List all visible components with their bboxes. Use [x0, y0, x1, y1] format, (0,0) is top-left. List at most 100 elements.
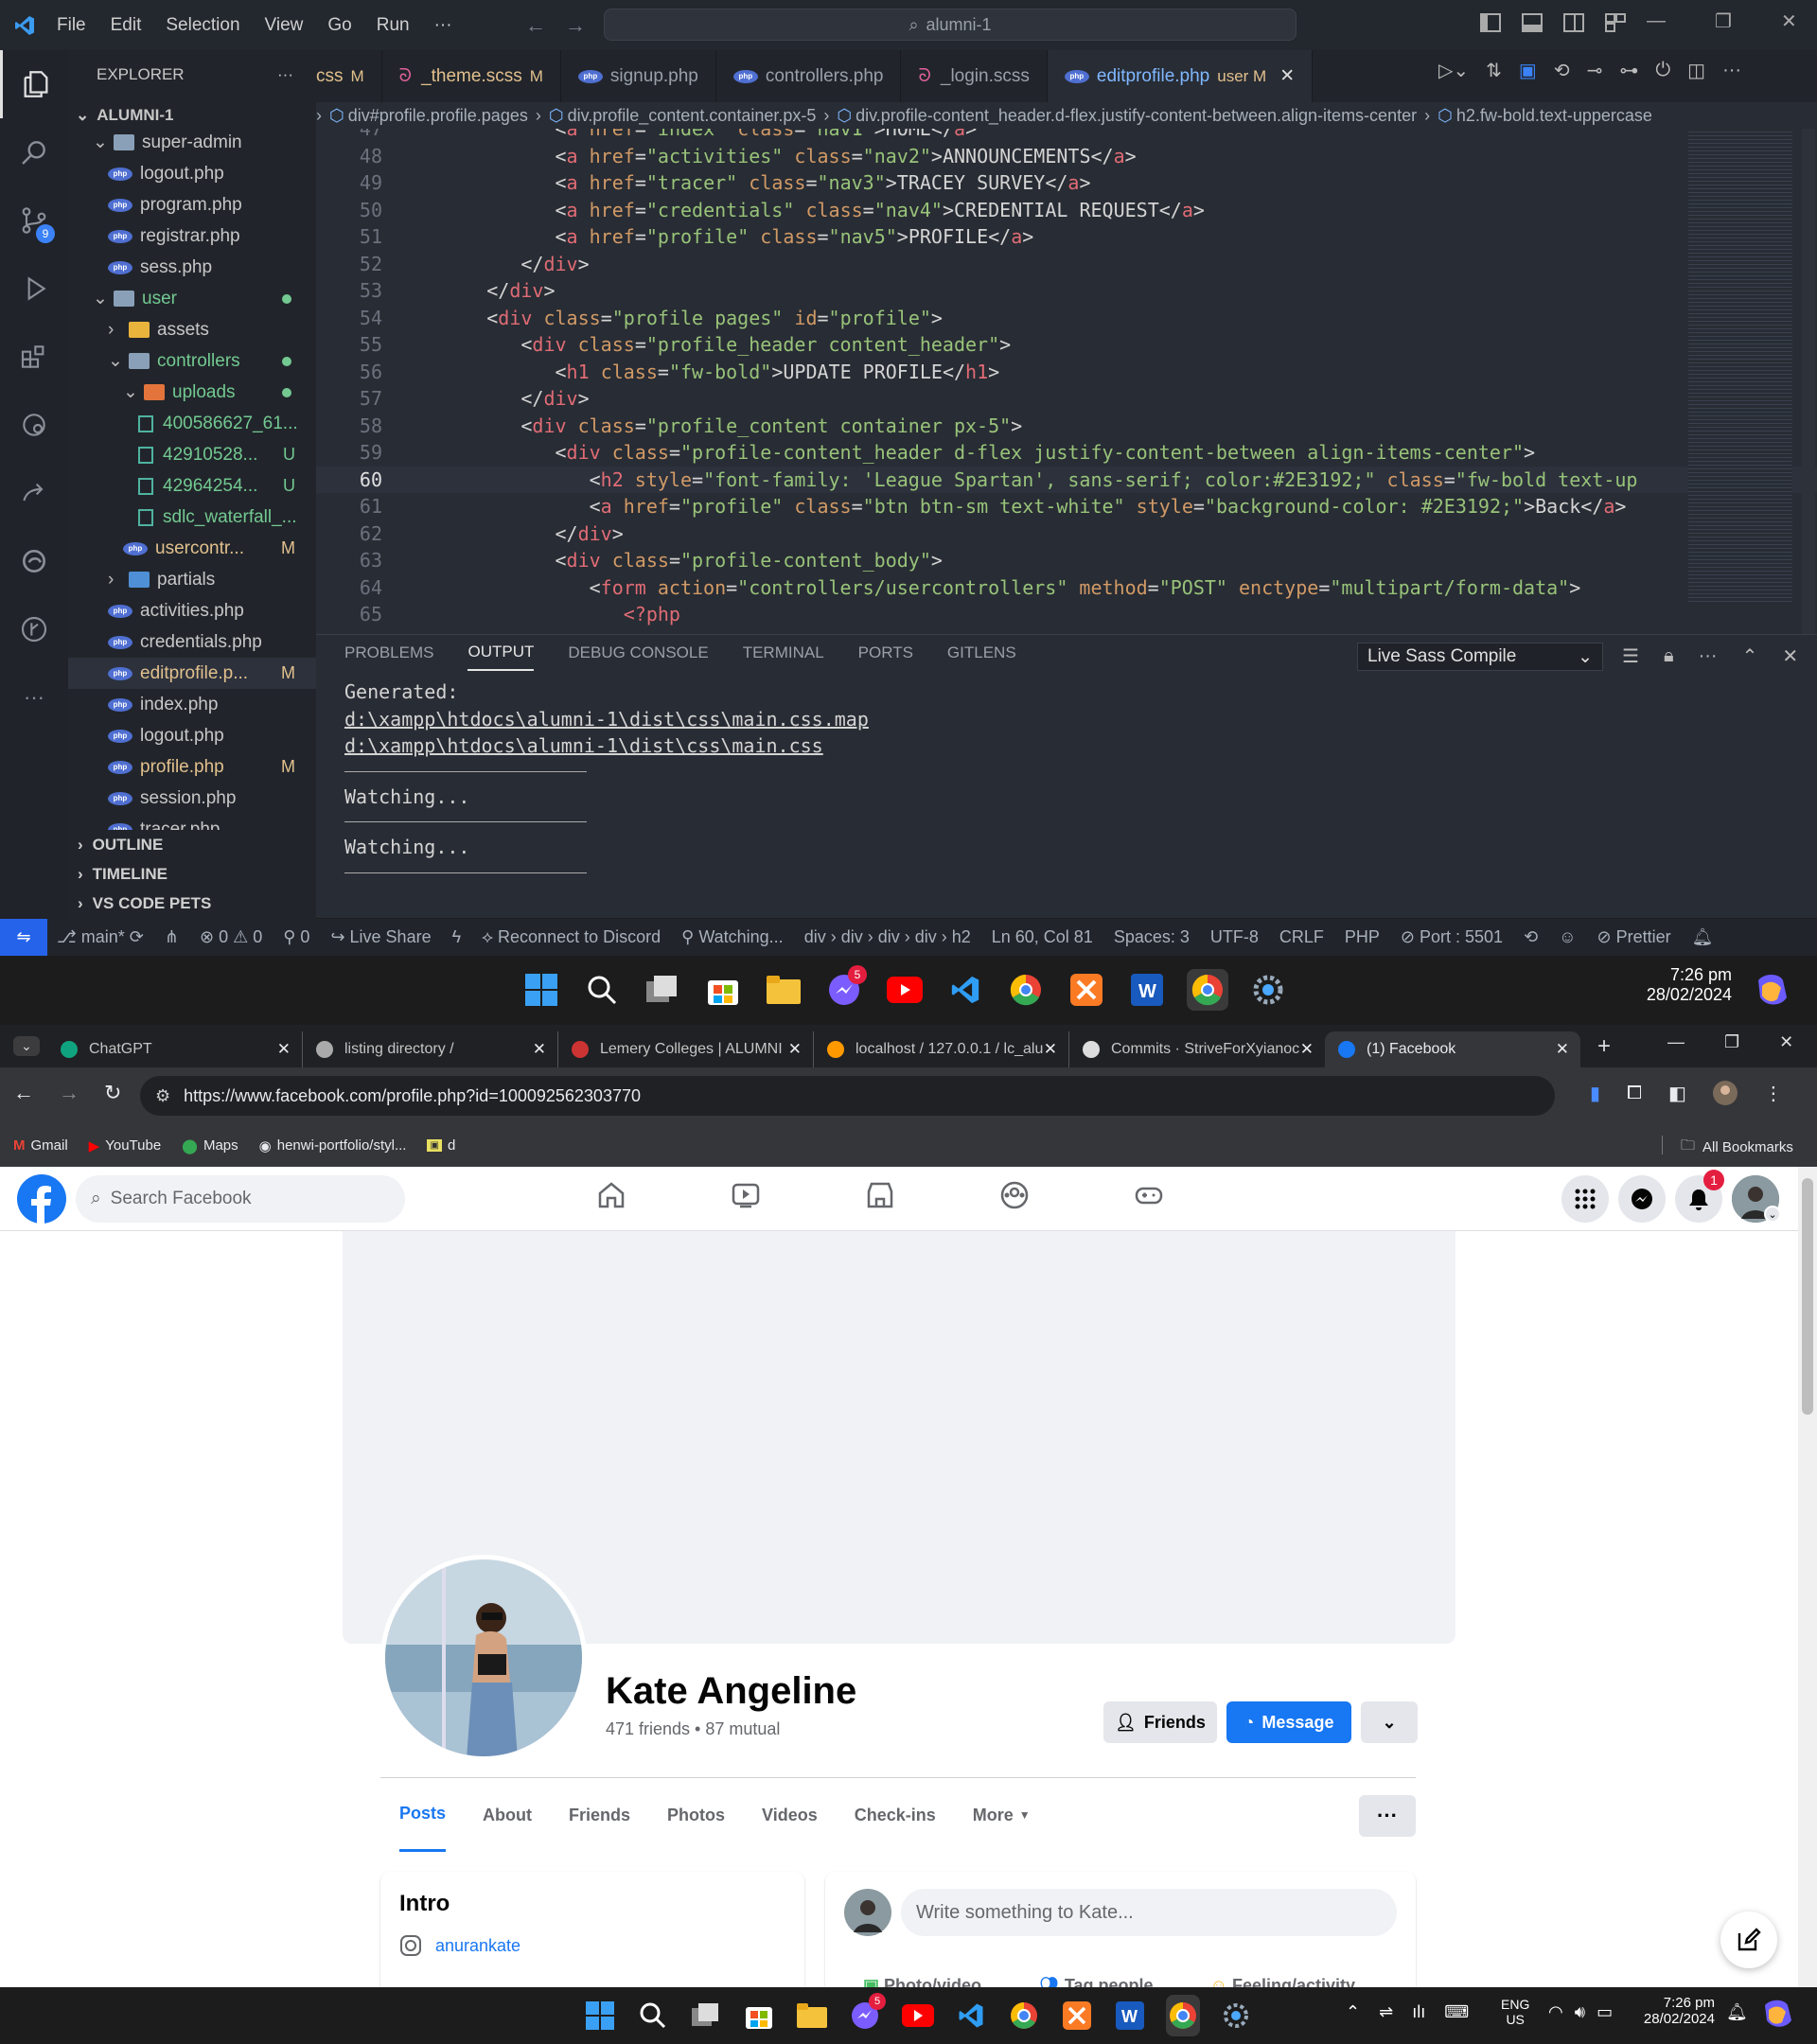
messenger-icon[interactable]: 5	[848, 1993, 886, 2036]
tree-item[interactable]: php usercontr... M	[68, 533, 316, 564]
tree-item[interactable]: php logout.php	[68, 720, 316, 751]
editor-tab[interactable]: ᘐ _login.scss	[901, 50, 1048, 102]
code-line[interactable]: 54 <div class="profile pages" id="profil…	[316, 305, 1817, 332]
toggle-secondary-sidebar-icon[interactable]	[1563, 13, 1584, 32]
profile-tab[interactable]: Posts	[399, 1778, 447, 1852]
tree-item[interactable]: php logout.php	[68, 158, 316, 189]
back-arrow-icon[interactable]: ←	[13, 1081, 34, 1105]
tree-item[interactable]: 42964254... U	[68, 470, 316, 502]
xampp-icon[interactable]	[1066, 969, 1107, 1011]
messenger-icon[interactable]	[1618, 1175, 1666, 1223]
close-tab-icon[interactable]: ✕	[1556, 1040, 1569, 1059]
clock[interactable]: 7:26 pm 28/02/2024	[1628, 1995, 1715, 2027]
youtube-icon[interactable]	[901, 1995, 935, 2036]
run-icon[interactable]: ▷⌄	[1438, 59, 1469, 82]
live-server-port[interactable]: ⊘ Port : 5501	[1401, 927, 1503, 947]
explorer-more-icon[interactable]: ···	[277, 65, 293, 84]
sync-icon[interactable]: ⟲	[1524, 927, 1538, 947]
forward-arrow-icon[interactable]: →	[59, 1081, 79, 1105]
home-icon[interactable]	[596, 1180, 626, 1210]
page-scrollbar[interactable]	[1798, 1167, 1817, 1987]
tree-item[interactable]: php credentials.php	[68, 626, 316, 658]
editor-tab[interactable]: php signup.php	[561, 50, 716, 102]
minimap[interactable]	[1688, 129, 1792, 602]
task-view-icon[interactable]	[689, 1995, 723, 2036]
explorer-section[interactable]: › VS CODE PETS	[68, 889, 316, 918]
editor-tab[interactable]: ᘐ _theme.scss M	[382, 50, 561, 102]
search-icon[interactable]	[581, 969, 623, 1011]
code-line[interactable]: 59 <div class="profile-content_header d-…	[316, 439, 1817, 467]
eol[interactable]: CRLF	[1279, 927, 1324, 947]
browser-tab[interactable]: ChatGPT ✕	[47, 1031, 303, 1067]
profile-tab[interactable]: Photos	[667, 1778, 725, 1852]
settings-icon[interactable]	[1247, 969, 1289, 1011]
close-window-icon[interactable]: ✕	[1779, 1032, 1793, 1052]
menu-item[interactable]: File	[57, 15, 86, 36]
profile-tab[interactable]: More ▼	[973, 1778, 1031, 1852]
tree-item[interactable]: ⌄ controllers	[68, 345, 316, 377]
bookmark-gmail[interactable]: M Gmail	[13, 1137, 68, 1154]
run-debug-icon[interactable]	[0, 255, 68, 323]
code-line[interactable]: 47 <a href="index" class="nav1">HOME</a>	[316, 129, 1817, 143]
compare-icon[interactable]: ⇅	[1486, 59, 1502, 82]
message-button[interactable]: ◔ Message	[1226, 1701, 1351, 1743]
breadcrumb-item[interactable]: h2.fw-bold.text-uppercase	[1456, 106, 1652, 126]
clear-output-icon[interactable]: ☰	[1622, 644, 1639, 668]
maximize-panel-icon[interactable]: ⌃	[1742, 644, 1758, 668]
tree-item[interactable]: ⌄ super-admin	[68, 131, 316, 158]
profile-avatar[interactable]	[1712, 1081, 1738, 1105]
code-line[interactable]: 52 </div>	[316, 251, 1817, 278]
menu-item[interactable]: ···	[434, 15, 452, 36]
bookmark-maps[interactable]: ⬤ Maps	[182, 1137, 238, 1154]
commit-icon[interactable]: ⊸	[1587, 59, 1603, 82]
code-line[interactable]: 58 <div class="profile_content container…	[316, 413, 1817, 440]
remote-explorer-icon[interactable]	[0, 391, 68, 459]
code-line[interactable]: 61 <a href="profile" class="btn btn-sm t…	[316, 493, 1817, 520]
browser-tab[interactable]: (1) Facebook ✕	[1325, 1031, 1580, 1067]
input-language[interactable]: ENG US	[1501, 1997, 1529, 2027]
gitlens-icon[interactable]	[0, 595, 68, 663]
extensions-puzzle-icon[interactable]: ⧠	[1627, 1083, 1642, 1104]
timeline-icon[interactable]: ⟲	[1554, 59, 1570, 82]
tree-item[interactable]: › assets	[68, 314, 316, 345]
code-line[interactable]: 53 </div>	[316, 277, 1817, 305]
panel-more-icon[interactable]: ···	[1699, 645, 1718, 667]
copilot-icon[interactable]: ☺	[1559, 927, 1576, 947]
menu-item[interactable]: Run	[377, 15, 410, 36]
photo-video-button[interactable]: ▣ Photo/video	[863, 1976, 981, 1987]
more-views-icon[interactable]: ···	[0, 663, 68, 731]
toggle-sidebar-icon[interactable]	[1480, 13, 1501, 32]
close-tab-icon[interactable]: ✕	[1044, 1040, 1057, 1059]
windows-start-icon[interactable]	[583, 1995, 617, 2036]
profile-picture[interactable]	[380, 1555, 587, 1761]
breadcrumb-item[interactable]: div#profile.profile.pages	[348, 106, 528, 126]
word-icon[interactable]: W	[1113, 1995, 1147, 2036]
tree-item[interactable]: ⌄ user	[68, 283, 316, 314]
file-explorer-icon[interactable]	[763, 969, 804, 1011]
groups-icon[interactable]	[999, 1180, 1030, 1210]
messenger-icon[interactable]: 5	[823, 965, 867, 1011]
panel-tab[interactable]: OUTPUT	[467, 635, 535, 671]
xampp-icon[interactable]	[1060, 1995, 1094, 2036]
code-line[interactable]: 50 <a href="credentials" class="nav4">CR…	[316, 197, 1817, 224]
bookmark-github[interactable]: ◉ henwi-portfolio/styl...	[259, 1137, 407, 1154]
browser-tab[interactable]: Lemery Colleges | ALUMNI ✕	[558, 1031, 814, 1067]
git-icon[interactable]: ⊶	[1619, 59, 1638, 82]
editor-more-icon[interactable]: ···	[1722, 60, 1741, 81]
close-tab-icon[interactable]: ✕	[1300, 1040, 1314, 1059]
split-editor-icon[interactable]: ◫	[1687, 59, 1705, 82]
browser-tab[interactable]: localhost / 127.0.0.1 / lc_alu ✕	[814, 1031, 1069, 1067]
task-view-icon[interactable]	[642, 969, 683, 1011]
editor-tab[interactable]: php editprofile.php user M ✕	[1047, 50, 1314, 102]
branch[interactable]: ⎇ main* ⟳	[57, 927, 144, 947]
tray-audio-icon[interactable]: ılı	[1412, 2002, 1425, 2022]
output-link[interactable]: d:\xampp\htdocs\alumni-1\dist\css\main.c…	[344, 732, 1789, 760]
ports-indicator[interactable]: ⚲ 0	[283, 927, 309, 947]
tree-item[interactable]: php registrar.php	[68, 220, 316, 252]
search-icon[interactable]	[636, 1995, 670, 2036]
branch-compare-icon[interactable]: ⋔	[165, 927, 179, 947]
code-line[interactable]: 62 </div>	[316, 520, 1817, 548]
close-tab-icon[interactable]: ✕	[277, 1040, 291, 1059]
store-icon[interactable]	[702, 969, 744, 1011]
bookmark-youtube[interactable]: ▶ YouTube	[89, 1137, 162, 1154]
